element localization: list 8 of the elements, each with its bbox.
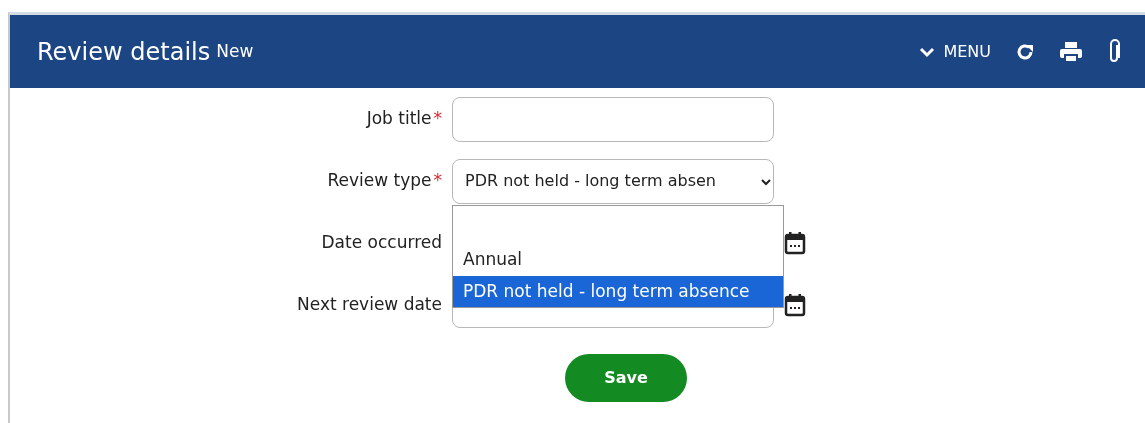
page-title: Review details xyxy=(37,36,211,68)
field-label: Next review date xyxy=(297,294,442,315)
field-label: Job title xyxy=(366,108,432,129)
field-label: Review type xyxy=(327,170,432,191)
status-label: New xyxy=(216,39,254,63)
required-mark: * xyxy=(433,108,442,129)
required-mark: * xyxy=(433,170,442,191)
field-label: Date occurred xyxy=(321,232,442,253)
